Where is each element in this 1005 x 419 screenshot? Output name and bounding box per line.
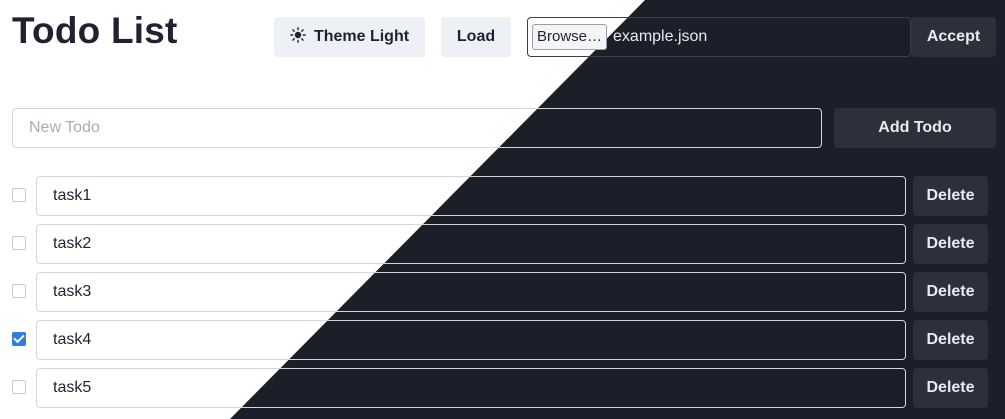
- todo-text-input[interactable]: [36, 176, 906, 216]
- delete-button[interactable]: Delete: [913, 272, 988, 312]
- sun-icon: [290, 26, 306, 48]
- file-name-label: example.json: [613, 28, 708, 45]
- todo-row: Delete: [0, 176, 1005, 216]
- new-todo-input[interactable]: [12, 108, 822, 148]
- accept-button[interactable]: Accept: [911, 17, 996, 57]
- todo-text-input[interactable]: [36, 368, 906, 408]
- delete-button[interactable]: Delete: [913, 320, 988, 360]
- page-title: Todo List: [12, 10, 178, 51]
- todo-row: Delete: [0, 368, 1005, 408]
- todo-text-input[interactable]: [36, 272, 906, 312]
- todo-checkbox[interactable]: [12, 284, 26, 298]
- todo-row: Delete: [0, 272, 1005, 312]
- file-input[interactable]: Browse… example.json: [527, 17, 911, 57]
- delete-button[interactable]: Delete: [913, 224, 988, 264]
- todo-row: Delete: [0, 224, 1005, 264]
- add-todo-button[interactable]: Add Todo: [834, 108, 996, 148]
- delete-button[interactable]: Delete: [913, 368, 988, 408]
- browse-button[interactable]: Browse…: [532, 24, 608, 50]
- todo-text-input[interactable]: [36, 320, 906, 360]
- theme-toggle-label: Theme Light: [313, 28, 410, 45]
- todo-text-input[interactable]: [36, 224, 906, 264]
- todo-checkbox[interactable]: [12, 236, 26, 250]
- todo-checkbox[interactable]: [12, 380, 26, 394]
- load-button[interactable]: Load: [441, 17, 511, 57]
- todo-checkbox[interactable]: [12, 188, 26, 202]
- todo-row: Delete: [0, 320, 1005, 360]
- theme-toggle-button[interactable]: Theme Light: [274, 17, 425, 57]
- delete-button[interactable]: Delete: [913, 176, 988, 216]
- todo-checkbox[interactable]: [12, 332, 26, 346]
